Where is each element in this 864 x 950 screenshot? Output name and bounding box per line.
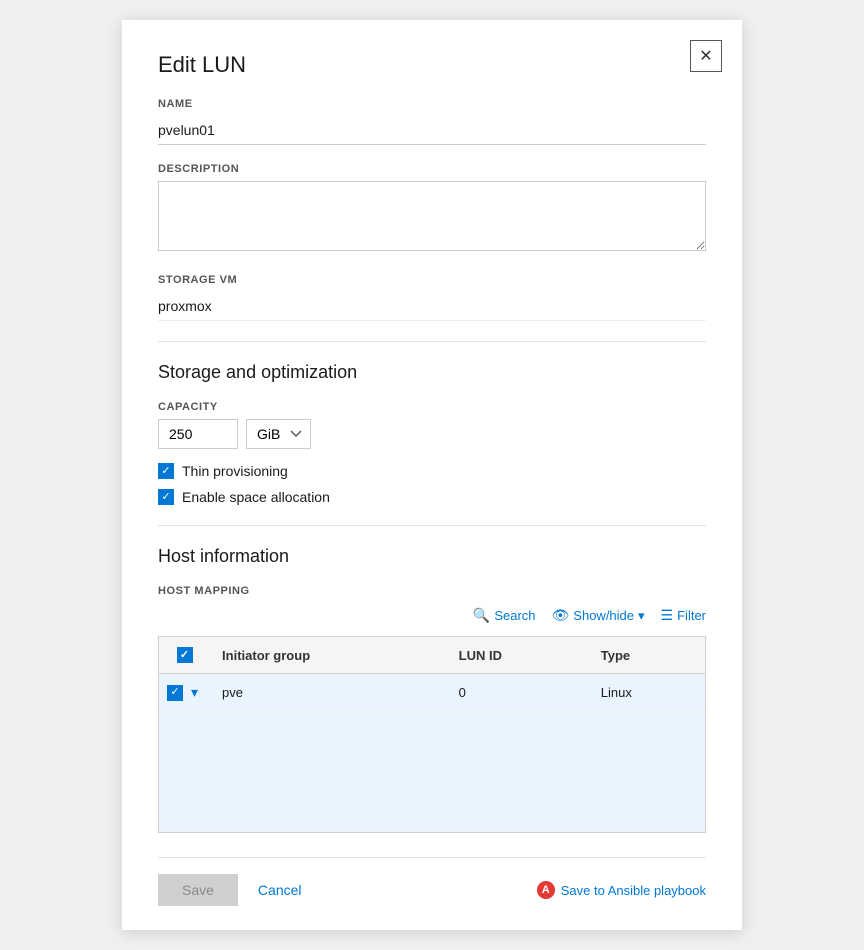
show-hide-button[interactable]: 👁 Show/hide ▾ — [552, 603, 645, 628]
description-input[interactable] — [158, 181, 706, 251]
select-all-check-icon: ✓ — [180, 650, 189, 661]
filter-button[interactable]: ☰ Filter — [661, 603, 706, 628]
table-empty-space — [159, 712, 705, 832]
row-checkbox[interactable]: ✓ — [167, 685, 183, 701]
enable-space-check-icon: ✓ — [161, 492, 170, 503]
description-label: DESCRIPTION — [158, 163, 706, 175]
capacity-row: KiB MiB GiB TiB — [158, 419, 706, 449]
table-toolbar: 🔍 Search 👁 Show/hide ▾ ☰ Filter — [158, 603, 706, 628]
ansible-playbook-button[interactable]: A Save to Ansible playbook — [537, 881, 706, 899]
storage-section-title: Storage and optimization — [158, 362, 706, 383]
td-type: Linux — [589, 674, 705, 712]
filter-icon: ☰ — [661, 607, 674, 624]
th-initiator-group: Initiator group — [210, 637, 447, 674]
save-button[interactable]: Save — [158, 874, 238, 906]
thin-provisioning-row: ✓ Thin provisioning — [158, 463, 706, 479]
ansible-playbook-label: Save to Ansible playbook — [561, 883, 706, 898]
modal-title: Edit LUN — [158, 52, 706, 78]
eye-icon: 👁 — [552, 607, 570, 624]
capacity-label: CAPACITY — [158, 401, 706, 413]
host-mapping-label: HOST MAPPING — [158, 585, 706, 597]
section-divider-1 — [158, 341, 706, 342]
th-select-all[interactable]: ✓ — [159, 637, 210, 674]
enable-space-label[interactable]: Enable space allocation — [182, 489, 330, 505]
td-row-select: ✓ ▾ — [159, 674, 210, 712]
th-type: Type — [589, 637, 705, 674]
edit-lun-modal: Edit LUN ✕ NAME DESCRIPTION STORAGE VM p… — [122, 20, 742, 930]
chevron-down-icon: ▾ — [638, 608, 645, 624]
table-row: ✓ ▾ pve 0 Linux — [159, 674, 705, 712]
enable-space-row: ✓ Enable space allocation — [158, 489, 706, 505]
cancel-button[interactable]: Cancel — [250, 874, 310, 906]
th-lun-id: LUN ID — [447, 637, 589, 674]
thin-provisioning-checkbox[interactable]: ✓ — [158, 463, 174, 479]
show-hide-label: Show/hide — [573, 608, 634, 623]
td-lun-id: 0 — [447, 674, 589, 712]
footer-left: Save Cancel — [158, 874, 310, 906]
capacity-input[interactable] — [158, 419, 238, 449]
unit-select[interactable]: KiB MiB GiB TiB — [246, 419, 311, 449]
storage-vm-field-group: STORAGE VM proxmox — [158, 274, 706, 321]
storage-vm-label: STORAGE VM — [158, 274, 706, 286]
host-mapping-table: ✓ Initiator group LUN ID Type ✓ — [159, 637, 705, 832]
host-info-section: Host information HOST MAPPING 🔍 Search 👁… — [158, 546, 706, 833]
select-all-checkbox[interactable]: ✓ — [177, 647, 193, 663]
close-button[interactable]: ✕ — [690, 40, 722, 72]
search-label: Search — [494, 608, 535, 623]
thin-provisioning-label[interactable]: Thin provisioning — [182, 463, 288, 479]
name-label: NAME — [158, 98, 706, 110]
search-icon: 🔍 — [473, 607, 490, 624]
row-expand-button[interactable]: ▾ — [187, 684, 202, 701]
row-check-icon: ✓ — [170, 687, 179, 698]
name-field-group: NAME — [158, 98, 706, 145]
description-field-group: DESCRIPTION — [158, 163, 706, 256]
enable-space-checkbox[interactable]: ✓ — [158, 489, 174, 505]
name-input[interactable] — [158, 116, 706, 145]
table-header-row: ✓ Initiator group LUN ID Type — [159, 637, 705, 674]
storage-vm-value: proxmox — [158, 292, 706, 321]
section-divider-2 — [158, 525, 706, 526]
filter-label: Filter — [677, 608, 706, 623]
td-initiator-group: pve — [210, 674, 447, 712]
search-button[interactable]: 🔍 Search — [473, 603, 536, 628]
footer: Save Cancel A Save to Ansible playbook — [158, 857, 706, 906]
thin-provisioning-check-icon: ✓ — [161, 466, 170, 477]
ansible-icon: A — [537, 881, 555, 899]
host-mapping-table-container: ✓ Initiator group LUN ID Type ✓ — [158, 636, 706, 833]
host-info-title: Host information — [158, 546, 706, 567]
